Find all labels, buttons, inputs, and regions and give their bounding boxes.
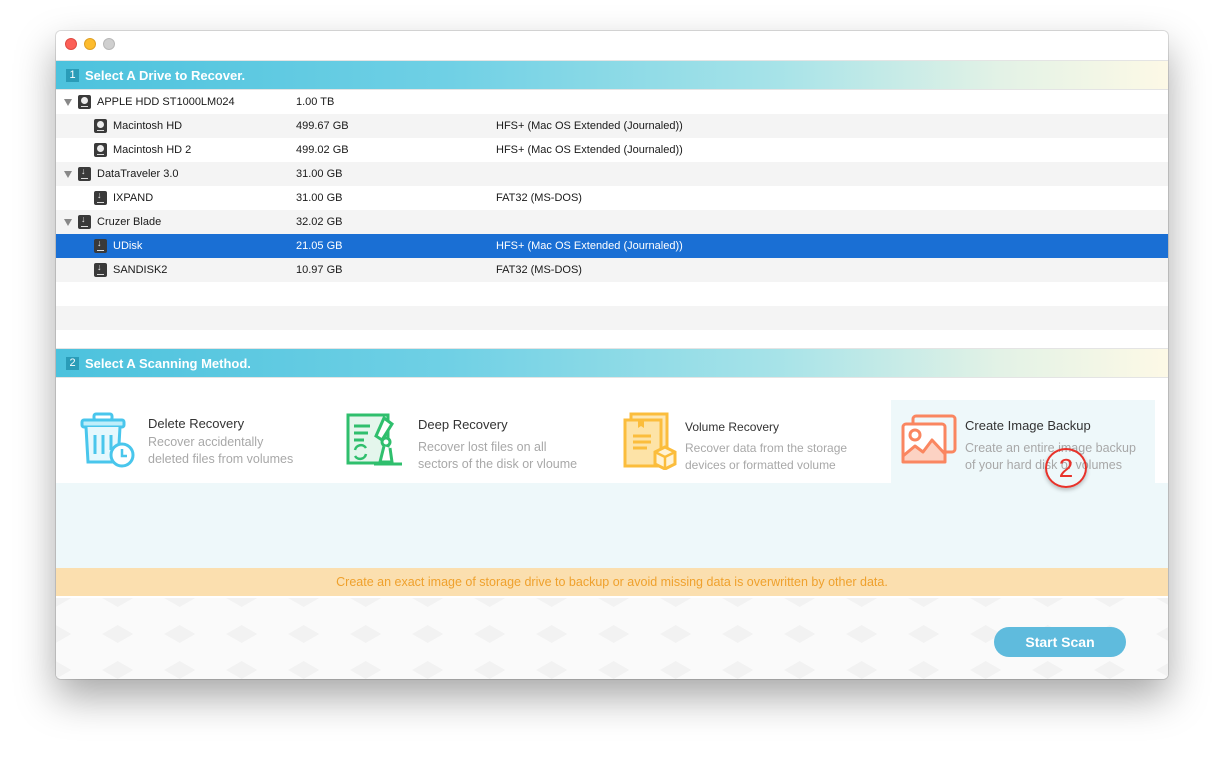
disclosure-triangle-icon[interactable] — [64, 171, 72, 178]
drive-name: IXPAND — [113, 192, 154, 204]
method-description: Recover lost files on all sectors of the… — [418, 439, 577, 473]
method-title: Deep Recovery — [418, 417, 508, 432]
usb-drive-icon — [78, 214, 91, 229]
method-description: Recover data from the storage devices or… — [685, 440, 847, 474]
annotation-step-marker: 2 — [1045, 448, 1087, 488]
close-window-button[interactable] — [65, 38, 77, 50]
method-title: Volume Recovery — [685, 420, 780, 434]
drive-name: DataTraveler 3.0 — [97, 168, 179, 180]
drive-filesystem: HFS+ (Mac OS Extended (Journaled)) — [496, 144, 683, 156]
method-create-image-backup[interactable]: Create Image Backup Create an entire ima… — [891, 400, 1155, 483]
drive-name: Macintosh HD 2 — [113, 144, 192, 156]
tip-bar: Create an exact image of storage drive t… — [56, 568, 1168, 596]
empty-row — [56, 306, 1168, 330]
step1-number: 1 — [66, 68, 79, 82]
method-deep-recovery[interactable]: Deep Recovery Recover lost files on all … — [344, 400, 604, 483]
drive-row[interactable]: APPLE HDD ST1000LM024 1.00 TB — [56, 90, 1168, 114]
drive-filesystem: HFS+ (Mac OS Extended (Journaled)) — [496, 120, 683, 132]
drive-name: UDisk — [113, 240, 143, 252]
drive-name: Cruzer Blade — [97, 216, 162, 228]
drive-size: 21.05 GB — [296, 240, 343, 252]
drive-name: APPLE HDD ST1000LM024 — [97, 96, 235, 108]
drive-row[interactable]: SANDISK2 10.97 GB FAT32 (MS-DOS) — [56, 258, 1168, 282]
drive-filesystem: HFS+ (Mac OS Extended (Journaled)) — [496, 240, 683, 252]
description-line: Recover accidentally — [148, 435, 264, 449]
usb-drive-icon — [94, 262, 107, 277]
drive-size: 10.97 GB — [296, 264, 343, 276]
drive-filesystem: FAT32 (MS-DOS) — [496, 264, 582, 276]
step2-title: Select A Scanning Method. — [85, 355, 251, 371]
step2-number: 2 — [66, 356, 79, 370]
drive-size: 31.00 GB — [296, 168, 343, 180]
drive-row[interactable]: Macintosh HD 2 499.02 GB HFS+ (Mac OS Ex… — [56, 138, 1168, 162]
footer: Start Scan — [56, 598, 1168, 679]
method-delete-recovery[interactable]: Delete Recovery Recover accidentally del… — [78, 400, 338, 483]
step2-header: 2 Select A Scanning Method. — [56, 348, 1168, 378]
maximize-window-button[interactable] — [103, 38, 115, 50]
drive-size: 1.00 TB — [296, 96, 335, 108]
title-bar — [56, 31, 1168, 58]
drive-name: SANDISK2 — [113, 264, 168, 276]
hdd-icon — [78, 95, 91, 109]
drive-row[interactable]: DataTraveler 3.0 31.00 GB — [56, 162, 1168, 186]
disclosure-triangle-icon[interactable] — [64, 99, 72, 106]
drive-filesystem: FAT32 (MS-DOS) — [496, 192, 582, 204]
scan-methods: Delete Recovery Recover accidentally del… — [56, 378, 1168, 568]
disclosure-triangle-icon[interactable] — [64, 219, 72, 226]
trash-clock-icon — [80, 412, 135, 468]
usb-drive-icon — [94, 190, 107, 205]
drive-size: 31.00 GB — [296, 192, 343, 204]
drive-row-selected[interactable]: UDisk 21.05 GB HFS+ (Mac OS Extended (Jo… — [56, 234, 1168, 258]
method-volume-recovery[interactable]: Volume Recovery Recover data from the st… — [621, 400, 881, 483]
drive-row[interactable]: IXPAND 31.00 GB FAT32 (MS-DOS) — [56, 186, 1168, 210]
drive-name: Macintosh HD — [113, 120, 183, 132]
minimize-window-button[interactable] — [84, 38, 96, 50]
start-scan-button[interactable]: Start Scan — [994, 627, 1126, 657]
empty-row — [56, 282, 1168, 306]
drive-size: 499.02 GB — [296, 144, 349, 156]
drive-size: 499.67 GB — [296, 120, 349, 132]
step1-title: Select A Drive to Recover. — [85, 67, 246, 83]
description-line: Recover data from the storage — [685, 441, 848, 455]
app-window: 1 Select A Drive to Recover. APPLE HDD S… — [56, 31, 1168, 679]
drive-size: 32.02 GB — [296, 216, 343, 228]
drive-row[interactable]: Cruzer Blade 32.02 GB — [56, 210, 1168, 234]
microscope-document-icon — [346, 413, 402, 466]
method-title: Delete Recovery — [148, 416, 245, 431]
drive-list: APPLE HDD ST1000LM024 1.00 TB Macintosh … — [56, 90, 1168, 354]
description-line: Recover lost files on all — [418, 440, 547, 454]
description-line: deleted files from volumes — [148, 452, 294, 466]
hdd-icon — [94, 119, 107, 133]
method-title: Create Image Backup — [965, 418, 1091, 433]
usb-drive-icon — [78, 166, 91, 181]
description-line: sectors of the disk or vloume — [418, 457, 578, 471]
image-stack-icon — [901, 414, 957, 464]
hdd-icon — [94, 143, 107, 157]
usb-drive-icon — [94, 238, 107, 253]
drive-row[interactable]: Macintosh HD 499.67 GB HFS+ (Mac OS Exte… — [56, 114, 1168, 138]
description-line: devices or formatted volume — [685, 458, 836, 472]
tip-text: Create an exact image of storage drive t… — [336, 575, 888, 589]
step1-header: 1 Select A Drive to Recover. — [56, 60, 1168, 90]
method-description: Recover accidentally deleted files from … — [148, 434, 293, 468]
document-box-icon — [623, 412, 677, 470]
